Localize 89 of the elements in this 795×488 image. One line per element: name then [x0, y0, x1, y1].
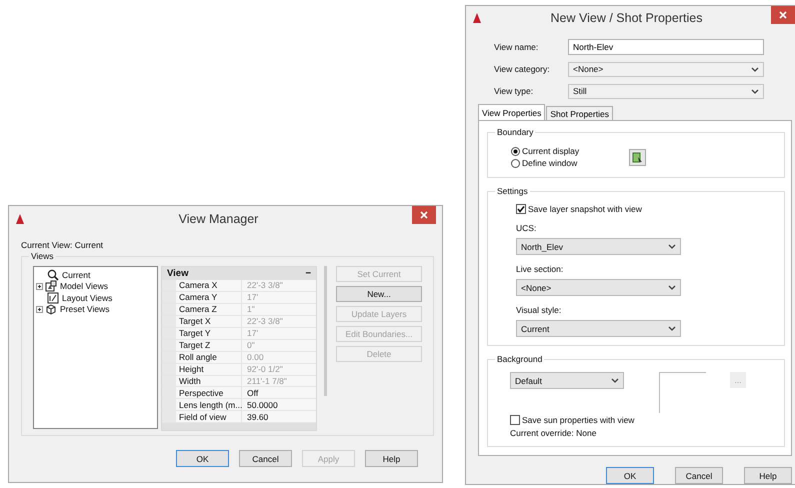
property-name: Perspective	[176, 387, 242, 398]
chevron-icon	[668, 285, 676, 290]
property-value: 0.00	[246, 352, 264, 362]
property-name: Height	[176, 364, 242, 374]
property-value: 0"	[246, 340, 255, 350]
action-button[interactable]: New...	[336, 286, 422, 302]
section-header[interactable]: View −	[162, 267, 316, 280]
expand-icon	[36, 306, 43, 313]
tree-item-label: Preset Views	[59, 304, 110, 314]
chevron-icon	[668, 244, 676, 249]
tab[interactable]: Shot Properties	[546, 106, 613, 120]
model-icon	[45, 280, 57, 292]
field-label: Live section:	[516, 264, 564, 274]
property-name: Camera Z	[176, 304, 242, 315]
tree-item-label: Model Views	[59, 281, 110, 292]
tree-item-label: Layout Views	[61, 292, 114, 303]
section-title: View	[167, 268, 188, 279]
collapse-toggle[interactable]: −	[305, 268, 311, 279]
field-label: Visual style:	[516, 305, 562, 315]
property-name: Target Y	[176, 328, 242, 339]
property-value: 92'-0 1/2"	[246, 364, 283, 374]
property-name: Roll angle	[176, 352, 242, 363]
property-name: Lens length (m...	[176, 399, 242, 410]
property-value: 39.60	[246, 412, 268, 422]
override-status: Current override: None	[509, 427, 598, 438]
chevron-icon	[751, 66, 759, 72]
group-label: Settings	[495, 186, 530, 196]
close-button[interactable]	[412, 206, 436, 224]
app-logo-icon	[472, 12, 482, 24]
tab[interactable]: View Properties	[478, 104, 546, 120]
dialog-button[interactable]: OK	[606, 467, 654, 484]
tree-row[interactable]: Layout Views	[36, 292, 155, 304]
tree-item-label: Current	[61, 270, 92, 280]
chevron-icon	[751, 88, 759, 94]
chevron-icon	[668, 326, 676, 331]
group-label: Boundary	[495, 127, 536, 137]
dropdown[interactable]: <None>	[568, 62, 764, 76]
layout-icon	[47, 292, 59, 304]
group-label: Background	[495, 354, 544, 364]
field-label: View type:	[493, 86, 534, 96]
property-value: 22'-3 3/8"	[246, 316, 283, 326]
dropdown[interactable]: Still	[568, 84, 764, 98]
tree-row[interactable]: Model Views	[36, 280, 155, 292]
current-view-label: Current View: Current	[21, 240, 104, 250]
dialog-button[interactable]: Help	[365, 450, 418, 467]
dropdown[interactable]: Current	[516, 320, 681, 337]
property-value: 1"	[246, 304, 255, 314]
property-name: Target Z	[176, 340, 242, 351]
property-name: Width	[176, 376, 242, 386]
pick-window-button[interactable]	[629, 148, 646, 166]
dialog-button[interactable]: OK	[176, 450, 229, 467]
tree-row[interactable]: Preset Views	[36, 304, 155, 315]
dialog-button[interactable]: Cancel	[239, 450, 292, 467]
radio-label: Current display	[522, 146, 580, 156]
dialog-button[interactable]: Cancel	[675, 467, 723, 484]
field-label: View name:	[493, 42, 540, 52]
chevron-icon	[611, 378, 619, 383]
expand-icon	[36, 282, 43, 290]
dropdown[interactable]: <None>	[516, 279, 681, 296]
property-value: 17'	[246, 328, 258, 338]
property-name: Target X	[176, 316, 242, 327]
property-value: 22'-3 3/8"	[246, 280, 283, 290]
close-button[interactable]	[771, 6, 795, 24]
property-value: Off	[246, 388, 258, 398]
dropdown[interactable]: Default	[510, 372, 624, 389]
group-label: Views	[29, 251, 56, 261]
cube-icon	[45, 303, 57, 316]
field-label: UCS:	[516, 223, 538, 233]
property-value: 17'	[246, 292, 258, 302]
checkbox-label: Save layer snapshot with view	[528, 204, 642, 214]
scrollbar[interactable]	[324, 266, 327, 396]
tree-row[interactable]: Current	[36, 269, 155, 280]
property-name: Camera Y	[176, 292, 242, 303]
window-title: View Manager	[178, 212, 260, 226]
background-preview	[659, 372, 706, 413]
app-logo-icon	[15, 213, 25, 225]
window-title: New View / Shot Properties	[550, 11, 704, 25]
property-value: 50.0000	[246, 400, 278, 410]
property-name: Camera X	[176, 280, 242, 291]
window-select-icon	[632, 152, 643, 162]
property-value: 211'-1 7/8"	[246, 376, 287, 386]
radio-label: Define window	[522, 158, 578, 168]
dialog-button[interactable]: Help	[744, 467, 792, 484]
magnifier-icon	[47, 268, 59, 281]
field-label: View category:	[493, 64, 551, 74]
property-name: Field of view	[176, 411, 242, 422]
text-field[interactable]: North-Elev	[568, 39, 764, 55]
dropdown[interactable]: North_Elev	[516, 238, 681, 255]
checkbox-label: Save sun properties with view	[522, 415, 634, 425]
